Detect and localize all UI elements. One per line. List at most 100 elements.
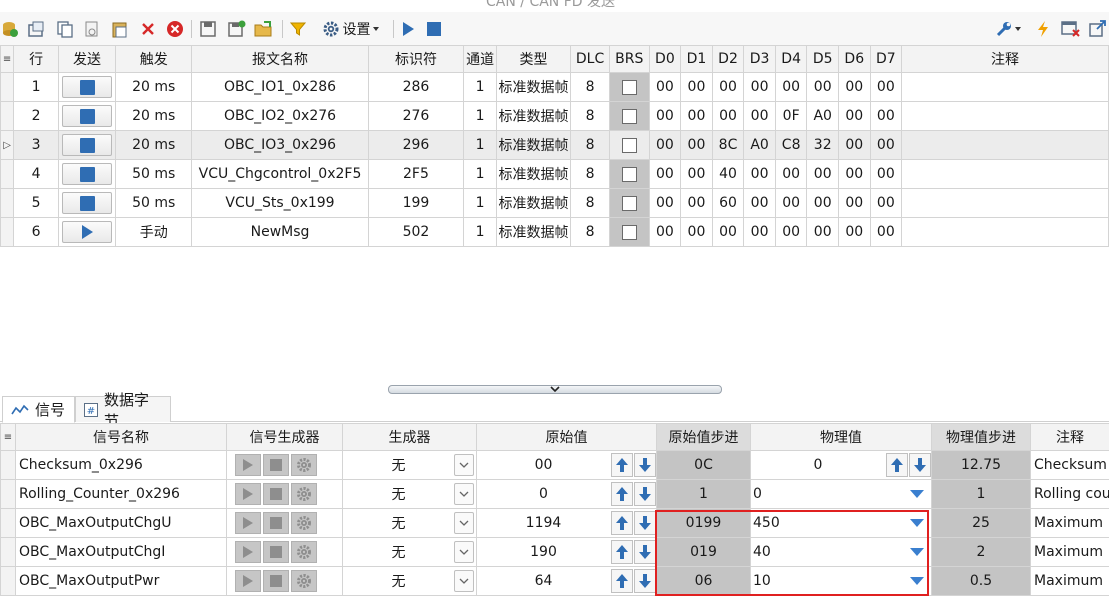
brs-checkbox[interactable]: [621, 166, 637, 182]
col-header-d1[interactable]: D1: [680, 45, 713, 73]
clear-window-icon[interactable]: [1060, 18, 1082, 40]
data-byte-cell[interactable]: 00: [869, 101, 903, 131]
data-byte-cell[interactable]: 00: [648, 217, 682, 247]
comment-cell[interactable]: [901, 130, 1109, 160]
physical-value[interactable]: 450: [752, 515, 904, 531]
raw-value[interactable]: 1194: [478, 515, 611, 531]
increment-button[interactable]: [611, 540, 633, 564]
raw-step-cell[interactable]: 0C: [656, 450, 751, 480]
raw-value[interactable]: 0: [478, 486, 611, 502]
data-byte-cell[interactable]: C8: [774, 130, 808, 160]
generator-settings-button[interactable]: [291, 483, 317, 505]
row-menu-icon[interactable]: ≡: [0, 45, 15, 73]
frame-row[interactable]: 2 20 ms OBC_IO2_0x276 276 1 标准数据帧 8 00 00 00 00 0F A…: [0, 101, 1109, 131]
comment-cell[interactable]: Rolling cour: [1030, 479, 1109, 509]
generator-stop-button[interactable]: [263, 483, 289, 505]
col-header-send[interactable]: 发送: [58, 45, 117, 73]
generator-play-button[interactable]: [235, 483, 261, 505]
physical-value[interactable]: 0: [752, 457, 886, 473]
data-byte-cell[interactable]: 00: [648, 159, 682, 189]
save-as-icon[interactable]: [226, 18, 248, 40]
data-byte-cell[interactable]: 00: [743, 217, 776, 247]
physical-step-cell[interactable]: 1: [931, 479, 1031, 509]
comment-cell[interactable]: [901, 72, 1109, 102]
signal-name-cell[interactable]: Rolling_Counter_0x296: [15, 479, 227, 509]
data-byte-cell[interactable]: 00: [680, 159, 713, 189]
frame-row[interactable]: 1 20 ms OBC_IO1_0x286 286 1 标准数据帧 8 00 00 00 00 00 0…: [0, 72, 1109, 102]
physical-step-cell[interactable]: 12.75: [931, 450, 1031, 480]
settings-button[interactable]: 设置: [314, 18, 388, 40]
delete-all-icon[interactable]: [164, 18, 186, 40]
raw-value[interactable]: 64: [478, 573, 611, 589]
col-header-comment[interactable]: 注释: [1030, 423, 1109, 451]
send-button[interactable]: [62, 192, 113, 214]
data-byte-cell[interactable]: 8C: [711, 130, 745, 160]
data-byte-cell[interactable]: 00: [869, 159, 903, 189]
data-byte-cell[interactable]: 32: [806, 130, 839, 160]
data-byte-cell[interactable]: 00: [743, 188, 776, 218]
generator-settings-button[interactable]: [291, 541, 317, 563]
generator-select[interactable]: 无: [344, 510, 476, 537]
col-header-name[interactable]: 报文名称: [191, 45, 369, 73]
increment-button[interactable]: [611, 511, 633, 535]
data-byte-cell[interactable]: 00: [774, 217, 808, 247]
signal-name-cell[interactable]: OBC_MaxOutputPwr: [15, 566, 227, 596]
message-name-cell[interactable]: OBC_IO3_0x296: [191, 130, 369, 160]
physical-value-select[interactable]: 40: [752, 539, 931, 566]
signal-row[interactable]: Rolling_Counter_0x296 无 0 1 0 1 Rolling cour: [0, 479, 1109, 509]
generator-select[interactable]: 无: [344, 452, 476, 479]
increment-button[interactable]: [611, 453, 633, 477]
data-byte-cell[interactable]: 00: [837, 101, 871, 131]
send-button[interactable]: [62, 105, 113, 127]
col-header-raw-value[interactable]: 原始值: [476, 423, 657, 451]
data-byte-cell[interactable]: 00: [648, 188, 682, 218]
physical-step-cell[interactable]: 0.5: [931, 566, 1031, 596]
raw-step-cell[interactable]: 0199: [656, 508, 751, 538]
identifier-cell[interactable]: 502: [367, 217, 465, 247]
data-byte-cell[interactable]: 00: [869, 217, 903, 247]
col-header-physical-value[interactable]: 物理值: [750, 423, 932, 451]
signal-row[interactable]: Checksum_0x296 无 00 0C 0 12.75 Checksum: [0, 450, 1109, 480]
trigger-cell[interactable]: 20 ms: [115, 130, 193, 160]
col-header-signal-generator[interactable]: 信号生成器: [226, 423, 343, 451]
data-byte-cell[interactable]: 00: [774, 72, 808, 102]
dlc-cell[interactable]: 8: [570, 130, 610, 160]
message-name-cell[interactable]: VCU_Sts_0x199: [191, 188, 369, 218]
col-header-generator[interactable]: 生成器: [342, 423, 477, 451]
data-byte-cell[interactable]: 40: [711, 159, 745, 189]
decrement-button[interactable]: [634, 569, 656, 593]
data-byte-cell[interactable]: 00: [774, 159, 808, 189]
generator-select[interactable]: 无: [344, 481, 476, 508]
filter-icon[interactable]: [288, 18, 308, 40]
copy-icon[interactable]: [54, 18, 76, 40]
data-byte-cell[interactable]: 00: [648, 130, 682, 160]
chevron-down-icon[interactable]: [903, 539, 931, 566]
dlc-cell[interactable]: 8: [570, 101, 610, 131]
comment-cell[interactable]: Maximum: [1030, 566, 1109, 596]
trigger-cell[interactable]: 20 ms: [115, 72, 193, 102]
frame-row[interactable]: ▷ 3 20 ms OBC_IO3_0x296 296 1 标准数据帧 8 00 00 8C A0 C8…: [0, 130, 1109, 160]
generator-stop-button[interactable]: [263, 454, 289, 476]
physical-value-select[interactable]: 10: [752, 568, 931, 595]
data-byte-cell[interactable]: 00: [680, 217, 713, 247]
increment-button[interactable]: [611, 482, 633, 506]
frame-row[interactable]: 6 手动 NewMsg 502 1 标准数据帧 8 00 00 00 00 00 00 00 00: [0, 217, 1109, 247]
data-byte-cell[interactable]: 00: [869, 188, 903, 218]
generator-play-button[interactable]: [235, 454, 261, 476]
increment-button[interactable]: [886, 453, 908, 477]
decrement-button[interactable]: [634, 511, 656, 535]
identifier-cell[interactable]: 199: [367, 188, 465, 218]
signal-name-cell[interactable]: OBC_MaxOutputChgI: [15, 537, 227, 567]
col-header-d6[interactable]: D6: [837, 45, 871, 73]
data-byte-cell[interactable]: 00: [806, 72, 839, 102]
identifier-cell[interactable]: 2F5: [367, 159, 465, 189]
data-byte-cell[interactable]: 00: [837, 217, 871, 247]
dlc-cell[interactable]: 8: [570, 188, 610, 218]
col-header-id[interactable]: 标识符: [367, 45, 465, 73]
chevron-down-icon[interactable]: [454, 512, 474, 534]
physical-value[interactable]: 0: [752, 486, 904, 502]
start-icon[interactable]: [399, 18, 417, 40]
data-byte-cell[interactable]: 00: [837, 159, 871, 189]
col-header-row[interactable]: 行: [13, 45, 60, 73]
save-icon[interactable]: [198, 18, 218, 40]
